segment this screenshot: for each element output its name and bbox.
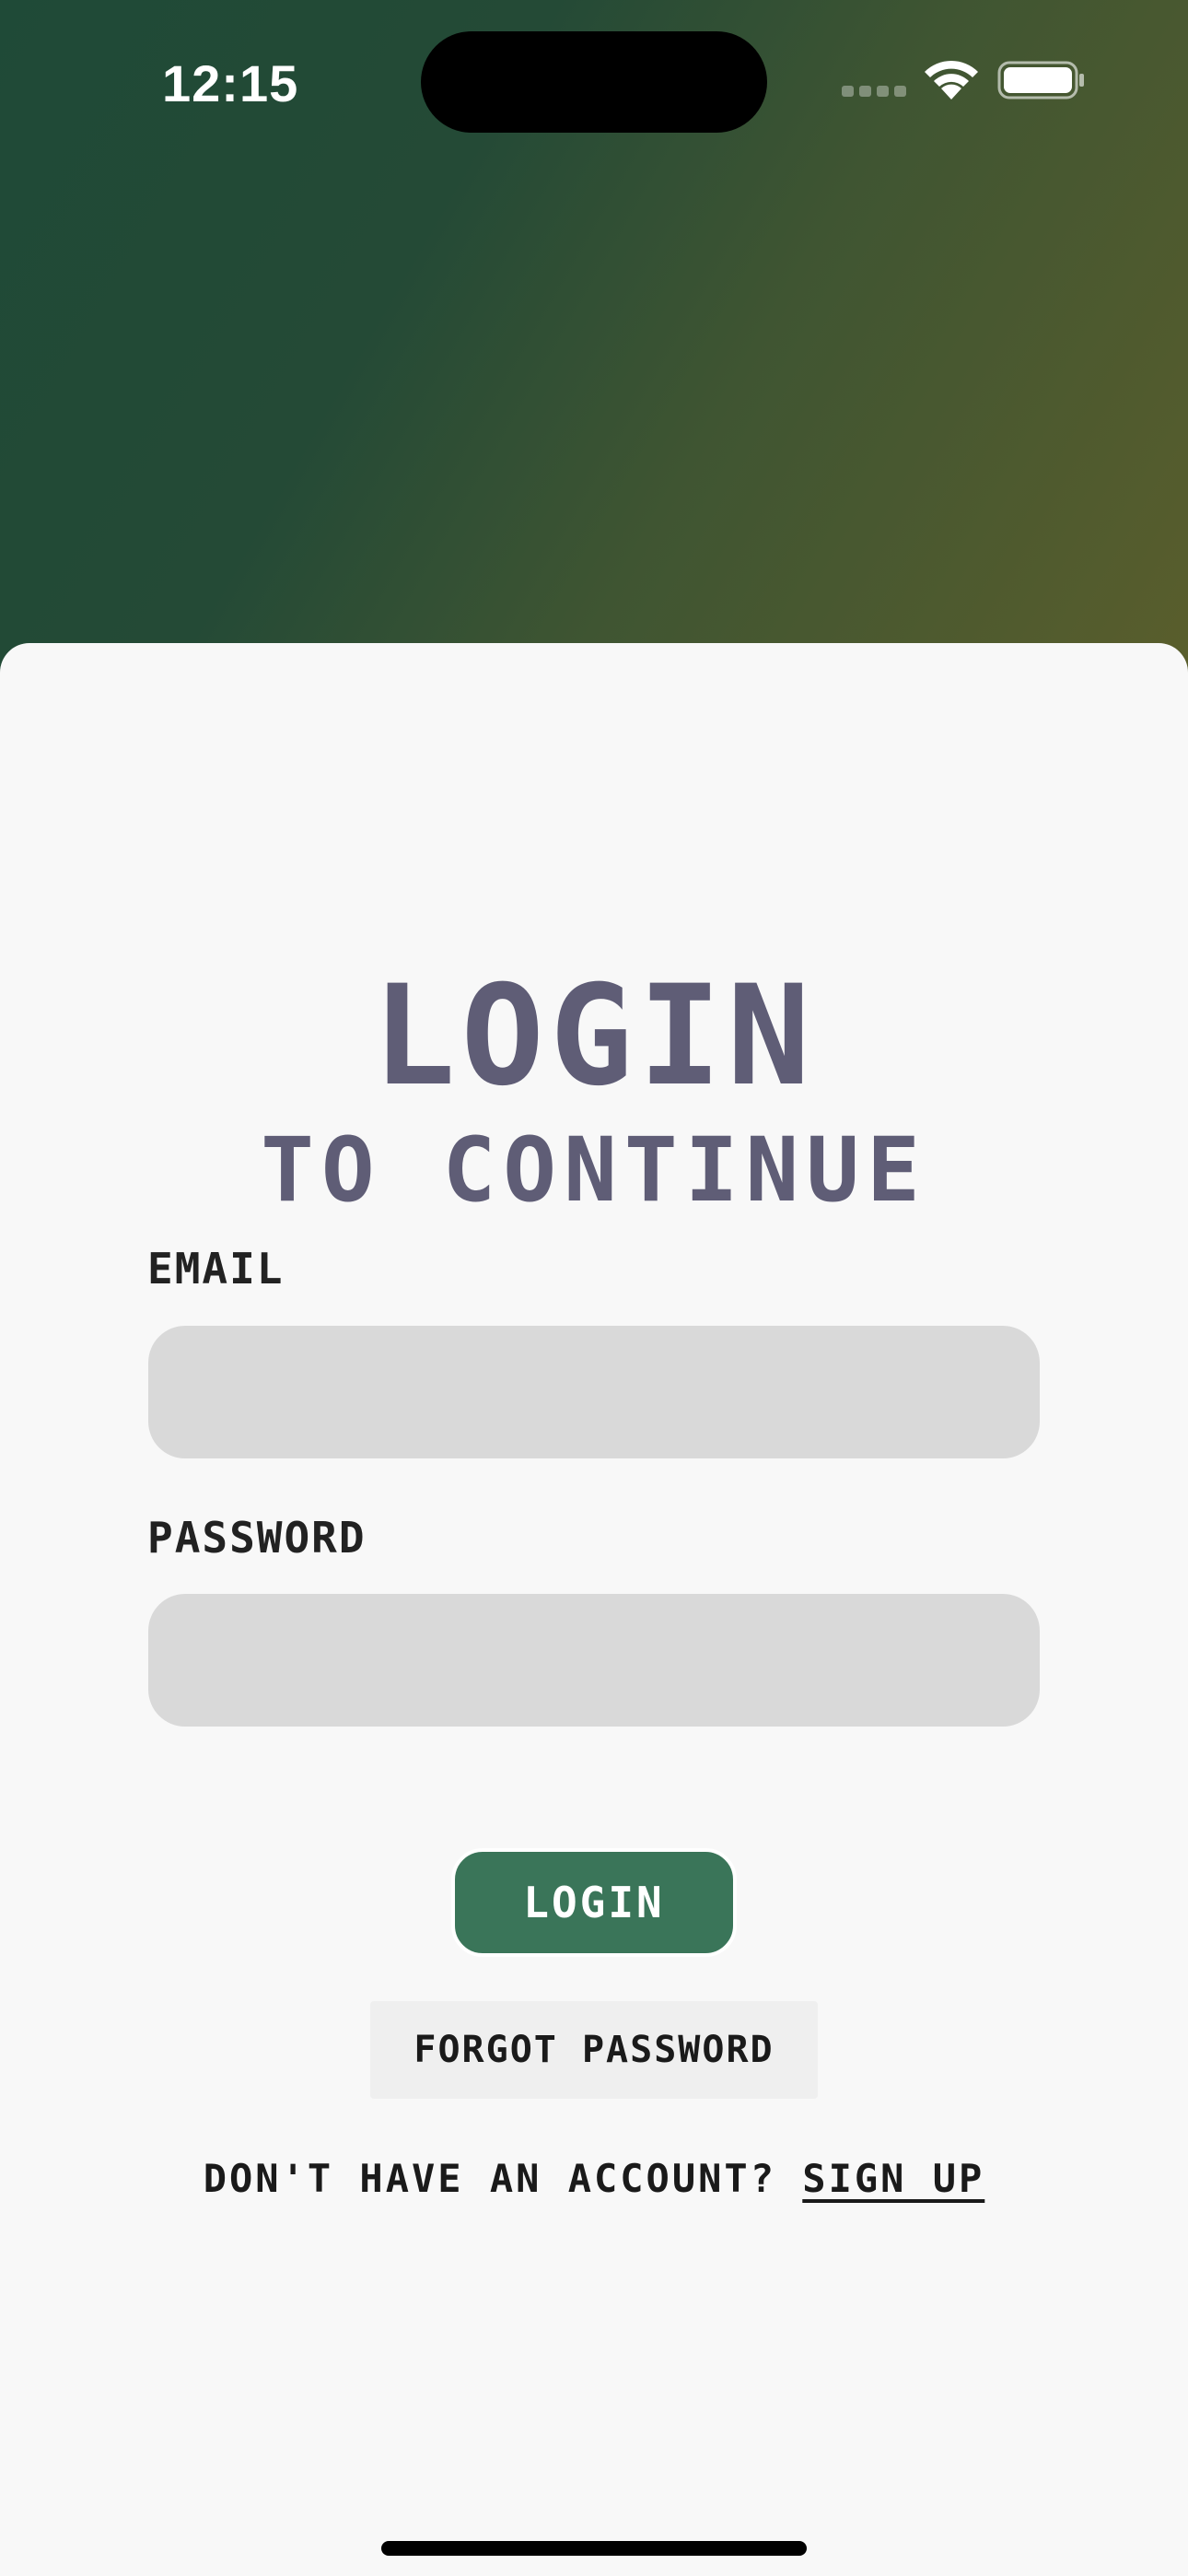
signup-prompt: DON'T HAVE AN ACCOUNT? SIGN UP [0,2156,1188,2201]
password-label: PASSWORD [147,1513,367,1563]
page-title: LOGIN [372,956,816,1117]
password-field[interactable] [148,1594,1040,1727]
status-time: 12:15 [162,54,299,112]
signup-link[interactable]: SIGN UP [802,2156,984,2201]
dynamic-island [421,31,767,133]
email-label: EMAIL [147,1244,285,1294]
battery-icon [997,61,1084,100]
email-field[interactable] [148,1326,1040,1458]
signup-prompt-text: DON'T HAVE AN ACCOUNT? [203,2156,803,2201]
forgot-password-button[interactable]: FORGOT PASSWORD [370,2001,818,2099]
home-indicator[interactable] [381,2541,807,2556]
status-bar: 12:15 [0,0,1188,166]
cellular-signal-icon [842,86,906,99]
wifi-icon [925,60,978,100]
page-subtitle: TO CONTINUE [261,1118,927,1222]
login-button[interactable]: LOGIN [451,1848,737,1957]
